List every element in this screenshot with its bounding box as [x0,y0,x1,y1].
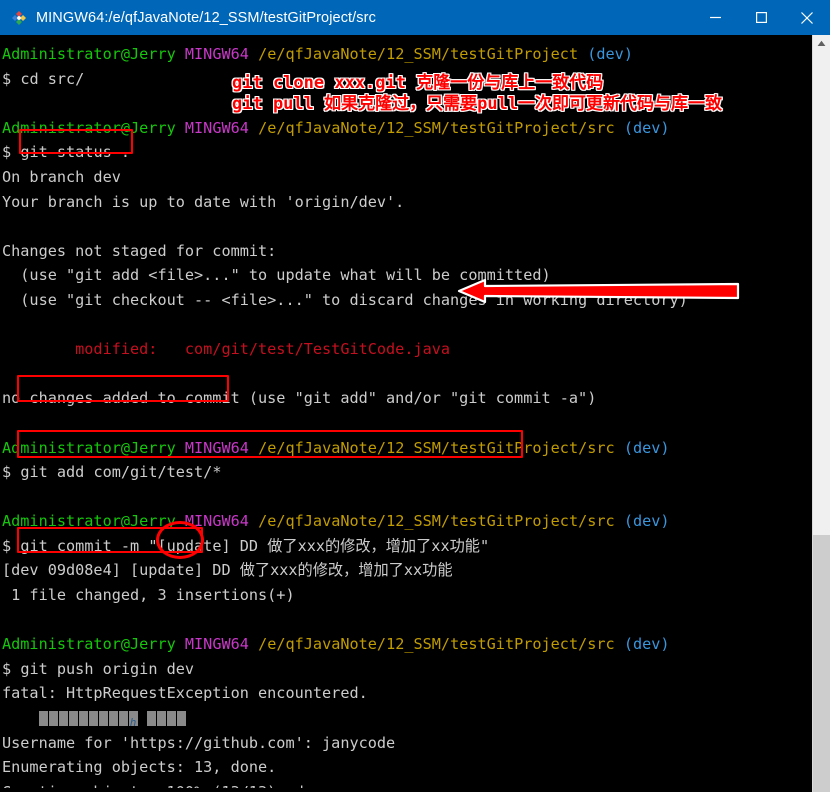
output-line: Your branch is up to date with 'origin/d… [2,192,405,211]
prompt-sigil: $ [2,659,12,678]
vertical-scrollbar[interactable] [812,35,830,792]
terminal-bottom-edge [0,788,812,792]
mingw-diamond-icon [11,10,27,26]
command-line: $ git add com/git/test/* [2,460,812,485]
prompt-line: Administrator@Jerry MINGW64 /e/qfJavaNot… [2,42,812,67]
output-line: 1 file changed, 3 insertions(+) [2,586,295,605]
maximize-button[interactable] [738,0,784,35]
prompt-sigil: $ [2,463,12,482]
prompt-path: /e/qfJavaNote/12_SSM/testGitProject/src [258,118,615,137]
output-line: Enumerating objects: 13, done. [2,758,277,777]
redacted-block: h [38,709,187,734]
prompt-path: /e/qfJavaNote/12_SSM/testGitProject [258,45,579,63]
prompt-branch: (dev) [623,118,670,137]
prompt-sigil: $ [2,536,12,555]
command-line: $ git push origin dev [2,657,812,682]
minimize-button[interactable] [692,0,738,35]
window-title: MINGW64:/e/qfJavaNote/12_SSM/testGitProj… [36,9,376,26]
prompt-shell: MINGW64 [184,118,249,137]
prompt-branch: (dev) [623,512,670,531]
command-text: cd src/ [20,69,85,88]
redacted-line: h [2,706,812,731]
modified-file-line: modified: com/git/test/TestGitCode.java [2,340,451,359]
prompt-branch: (dev) [587,45,633,63]
close-button[interactable] [784,0,830,35]
output-line: [dev 09d08e4] [update] DD 做了xxx的修改，增加了xx… [2,561,453,580]
scrollbar-thumb[interactable] [813,535,830,792]
command-text: git add com/git/test/* [20,463,222,482]
dev-branch-circle [156,521,204,559]
prompt-line: Administrator@Jerry MINGW64 /e/qfJavaNot… [2,632,812,657]
red-arrow-to-modified-file [457,278,740,304]
prompt-branch: (dev) [623,438,670,457]
git-status-box [19,129,133,154]
prompt-branch: (dev) [623,635,670,654]
output-line: Username for 'https://github.com': janyc… [2,733,396,752]
mingw64-terminal-window: MINGW64:/e/qfJavaNote/12_SSM/testGitProj… [0,0,830,792]
command-text: git push origin dev [20,659,195,678]
prompt-shell: MINGW64 [184,45,249,63]
output-line: fatal: HttpRequestException encountered. [2,684,368,703]
prompt-path: /e/qfJavaNote/12_SSM/testGitProject/src [258,635,615,654]
git-commit-box [17,430,523,458]
prompt-sigil: $ [2,143,12,162]
prompt-user: Administrator@Jerry [2,45,176,63]
window-controls [692,0,830,35]
prompt-shell: MINGW64 [184,635,249,654]
prompt-user: Administrator@Jerry [2,635,176,654]
output-line: Changes not staged for commit: [2,241,277,260]
prompt-path: /e/qfJavaNote/12_SSM/testGitProject/src [258,512,615,531]
annotation-git-pull: git pull 如果克隆过，只需要pull一次即可更新代码与库一致 [232,94,723,114]
git-add-box [17,375,229,402]
prompt-sigil: $ [2,69,12,88]
title-bar[interactable]: MINGW64:/e/qfJavaNote/12_SSM/testGitProj… [0,0,830,35]
scroll-up-arrow-icon[interactable] [813,35,830,52]
output-line: On branch dev [2,167,121,186]
